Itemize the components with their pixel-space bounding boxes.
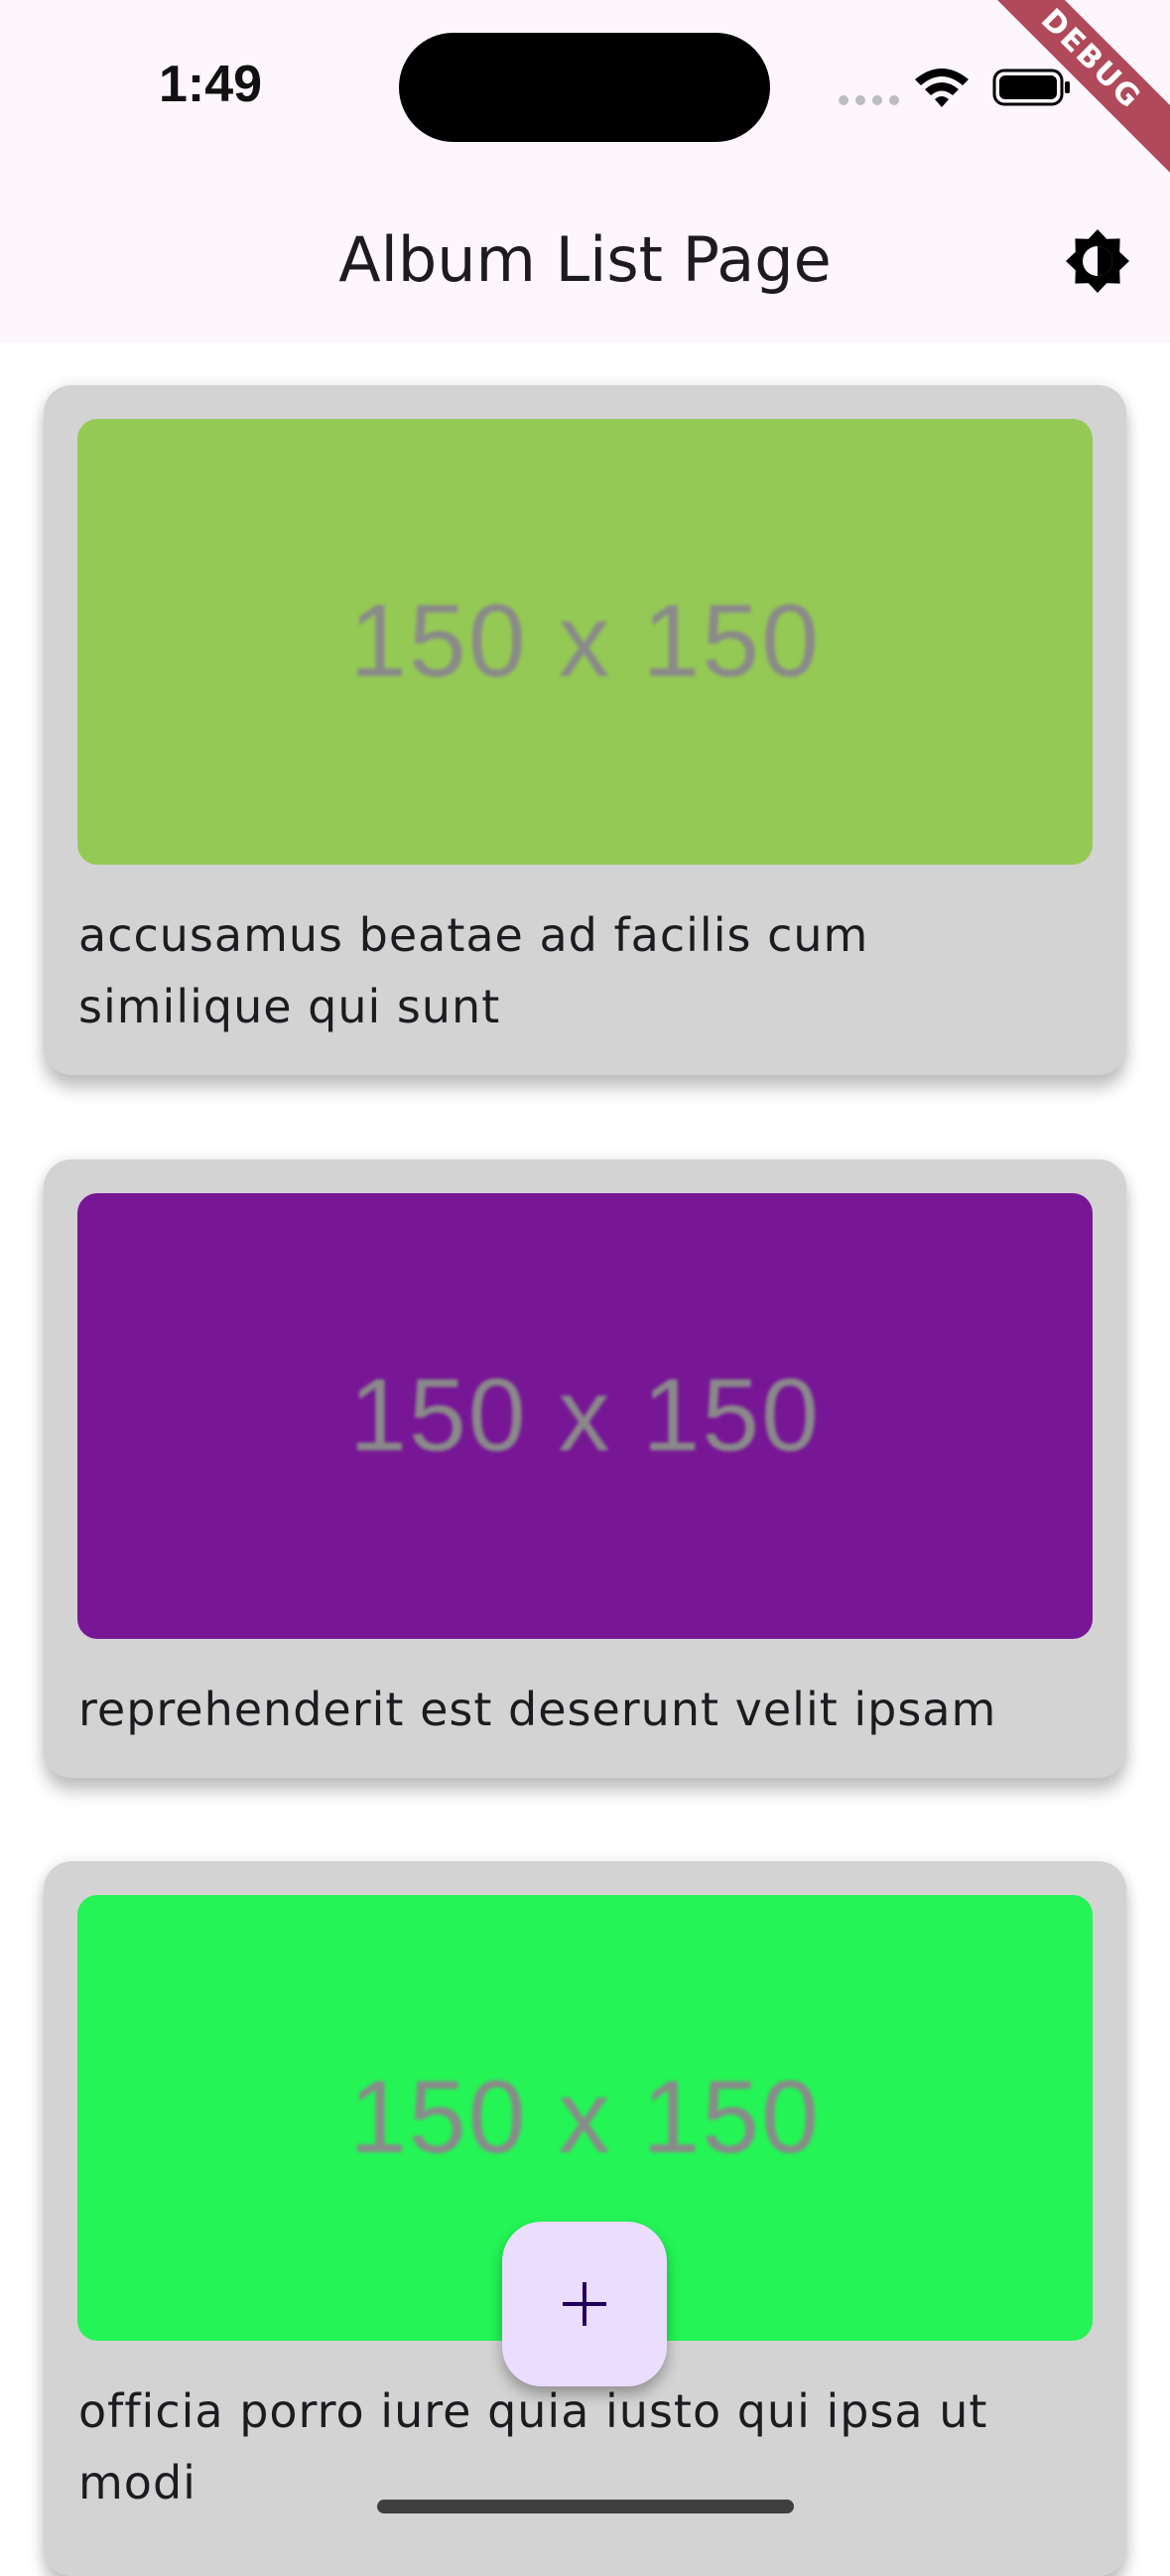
top-app-bar: 1:49 DEBUG Album List Page	[0, 0, 1170, 342]
album-card[interactable]: 150 x 150 reprehenderit est deserunt vel…	[44, 1159, 1126, 1778]
plus-icon	[563, 2282, 606, 2326]
album-title: reprehenderit est deserunt velit ipsam	[78, 1683, 997, 1736]
album-thumbnail: 150 x 150	[77, 1193, 1093, 1639]
album-title: accusamus beatae ad facilis cum similiqu…	[78, 908, 869, 1033]
thumbnail-placeholder-text: 150 x 150	[349, 584, 821, 699]
cellular-signal-icon	[839, 92, 906, 110]
home-indicator	[377, 2500, 794, 2513]
battery-icon	[992, 68, 1070, 106]
album-card[interactable]: 150 x 150 officia porro iure quia iusto …	[44, 1861, 1126, 2576]
page-title: Album List Page	[338, 223, 832, 296]
thumbnail-placeholder-text: 150 x 150	[349, 1358, 821, 1473]
thumbnail-placeholder-text: 150 x 150	[349, 2060, 821, 2175]
dynamic-island	[399, 33, 770, 142]
brightness-contrast-icon	[1066, 229, 1129, 293]
add-album-button[interactable]	[502, 2222, 667, 2386]
theme-toggle-button[interactable]	[1062, 225, 1133, 297]
status-time: 1:49	[159, 56, 263, 113]
album-card[interactable]: 150 x 150 accusamus beatae ad facilis cu…	[44, 385, 1126, 1075]
album-title: officia porro iure quia iusto qui ipsa u…	[78, 2384, 988, 2509]
album-thumbnail: 150 x 150	[77, 419, 1093, 865]
wifi-icon	[915, 68, 969, 107]
